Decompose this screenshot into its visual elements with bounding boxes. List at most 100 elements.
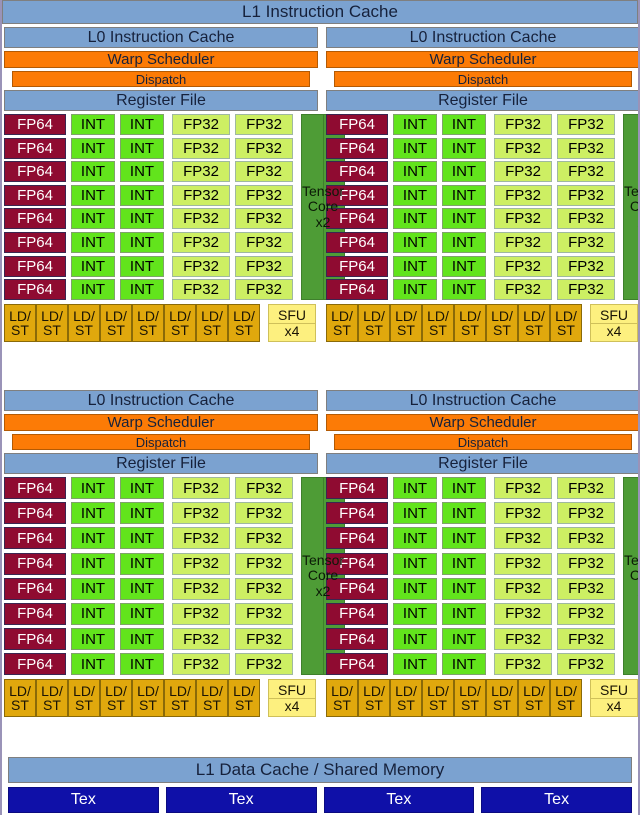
fp32-core[interactable]: FP32 [557,184,615,206]
fp32-core[interactable]: FP32 [494,114,552,135]
fp64-core[interactable]: FP64 [326,477,388,499]
fp32-core[interactable]: FP32 [235,552,293,575]
fp32-core[interactable]: FP32 [235,477,293,499]
int-core[interactable]: INT [393,255,437,277]
int-core[interactable]: INT [71,602,115,625]
fp32-core[interactable]: FP32 [494,161,552,183]
int-core[interactable]: INT [120,653,164,676]
fp32-core[interactable]: FP32 [172,184,230,206]
fp32-core[interactable]: FP32 [235,137,293,159]
load-store-unit[interactable]: LD/ST [68,304,100,343]
fp32-core[interactable]: FP32 [172,577,230,600]
fp32-core[interactable]: FP32 [557,527,615,550]
fp32-core[interactable]: FP32 [172,653,230,676]
int-core[interactable]: INT [120,552,164,575]
texture-unit[interactable]: Tex [481,787,632,813]
fp32-core[interactable]: FP32 [557,114,615,135]
fp32-core[interactable]: FP32 [494,477,552,499]
int-core[interactable]: INT [442,114,486,135]
fp32-core[interactable]: FP32 [557,552,615,575]
fp32-core[interactable]: FP32 [172,114,230,135]
fp32-core[interactable]: FP32 [557,502,615,525]
load-store-unit[interactable]: LD/ST [326,304,358,343]
fp64-core[interactable]: FP64 [4,602,66,625]
int-core[interactable]: INT [393,231,437,253]
fp64-core[interactable]: FP64 [4,628,66,651]
fp32-core[interactable]: FP32 [172,628,230,651]
fp64-core[interactable]: FP64 [4,208,66,230]
int-core[interactable]: INT [393,279,437,301]
fp64-core[interactable]: FP64 [326,602,388,625]
int-core[interactable]: INT [71,161,115,183]
int-core[interactable]: INT [393,161,437,183]
int-core[interactable]: INT [71,628,115,651]
load-store-unit[interactable]: LD/ST [486,304,518,343]
int-core[interactable]: INT [393,602,437,625]
int-core[interactable]: INT [442,255,486,277]
int-core[interactable]: INT [120,184,164,206]
fp32-core[interactable]: FP32 [235,231,293,253]
fp32-core[interactable]: FP32 [494,231,552,253]
fp32-core[interactable]: FP32 [494,628,552,651]
fp32-core[interactable]: FP32 [557,653,615,676]
fp64-core[interactable]: FP64 [326,653,388,676]
int-core[interactable]: INT [120,279,164,301]
fp64-core[interactable]: FP64 [4,653,66,676]
int-core[interactable]: INT [120,208,164,230]
load-store-unit[interactable]: LD/ST [422,679,454,718]
fp64-core[interactable]: FP64 [326,628,388,651]
fp64-core[interactable]: FP64 [326,231,388,253]
int-core[interactable]: INT [120,114,164,135]
load-store-unit[interactable]: LD/ST [518,679,550,718]
int-core[interactable]: INT [393,628,437,651]
int-core[interactable]: INT [442,477,486,499]
fp32-core[interactable]: FP32 [172,137,230,159]
int-core[interactable]: INT [71,231,115,253]
load-store-unit[interactable]: LD/ST [518,304,550,343]
load-store-unit[interactable]: LD/ST [4,304,36,343]
load-store-unit[interactable]: LD/ST [100,679,132,718]
fp32-core[interactable]: FP32 [557,628,615,651]
load-store-unit[interactable]: LD/ST [454,679,486,718]
special-function-unit[interactable]: SFU x4 [590,304,638,343]
load-store-unit[interactable]: LD/ST [196,304,228,343]
fp64-core[interactable]: FP64 [4,502,66,525]
int-core[interactable]: INT [442,577,486,600]
load-store-unit[interactable]: LD/ST [550,304,582,343]
special-function-unit[interactable]: SFU x4 [268,679,316,718]
int-core[interactable]: INT [442,279,486,301]
fp32-core[interactable]: FP32 [494,502,552,525]
int-core[interactable]: INT [120,231,164,253]
fp32-core[interactable]: FP32 [235,208,293,230]
int-core[interactable]: INT [120,602,164,625]
fp32-core[interactable]: FP32 [235,184,293,206]
fp32-core[interactable]: FP32 [494,184,552,206]
load-store-unit[interactable]: LD/ST [358,679,390,718]
fp32-core[interactable]: FP32 [235,577,293,600]
fp64-core[interactable]: FP64 [4,279,66,301]
fp32-core[interactable]: FP32 [235,628,293,651]
fp64-core[interactable]: FP64 [4,255,66,277]
int-core[interactable]: INT [120,477,164,499]
fp32-core[interactable]: FP32 [557,208,615,230]
int-core[interactable]: INT [71,255,115,277]
fp32-core[interactable]: FP32 [172,161,230,183]
load-store-unit[interactable]: LD/ST [228,304,260,343]
texture-unit[interactable]: Tex [323,787,475,813]
fp64-core[interactable]: FP64 [4,137,66,159]
fp64-core[interactable]: FP64 [326,161,388,183]
int-core[interactable]: INT [393,208,437,230]
fp32-core[interactable]: FP32 [494,279,552,301]
texture-unit[interactable]: Tex [165,787,317,813]
special-function-unit[interactable]: SFU x4 [590,679,638,718]
load-store-unit[interactable]: LD/ST [390,679,422,718]
int-core[interactable]: INT [442,628,486,651]
fp32-core[interactable]: FP32 [235,527,293,550]
load-store-unit[interactable]: LD/ST [196,679,228,718]
int-core[interactable]: INT [71,552,115,575]
fp32-core[interactable]: FP32 [494,137,552,159]
fp32-core[interactable]: FP32 [172,255,230,277]
fp32-core[interactable]: FP32 [557,577,615,600]
load-store-unit[interactable]: LD/ST [486,679,518,718]
tensor-core[interactable]: Tensor Corex2 [623,114,638,301]
